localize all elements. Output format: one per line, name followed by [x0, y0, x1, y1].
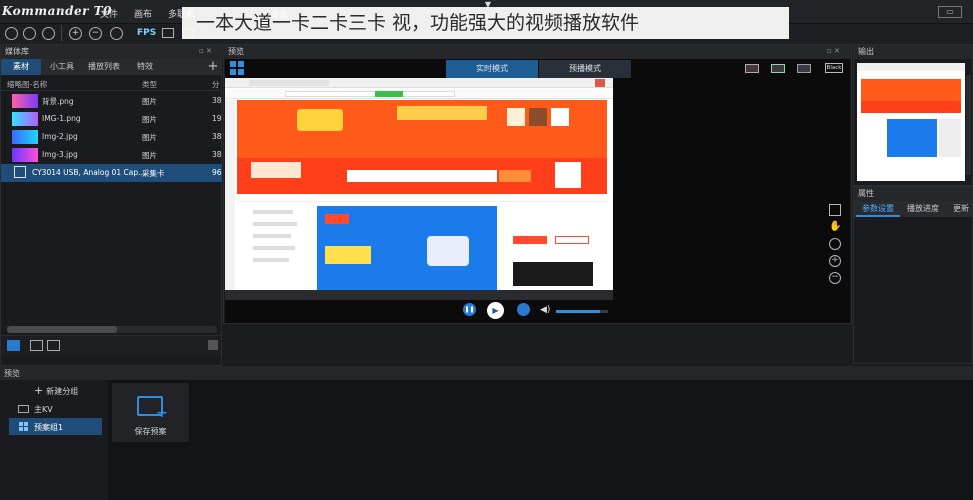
web-nav — [237, 194, 607, 202]
plus-icon: + — [156, 405, 168, 421]
web-user-box — [503, 206, 607, 290]
grid-icon[interactable] — [230, 61, 244, 75]
panel-pin-icon[interactable]: ▫ ✕ — [199, 47, 212, 55]
refresh-icon[interactable] — [42, 27, 55, 40]
save-preset-label: 保存预案 — [134, 427, 167, 436]
save-preset-button[interactable]: + 保存预案 — [112, 383, 189, 442]
add-media-button[interactable]: + — [205, 59, 221, 75]
target-icon[interactable] — [110, 27, 123, 40]
volume-fill — [556, 310, 601, 313]
table-row[interactable]: Img-3.jpg 图片 38 — [1, 146, 222, 164]
output-title: 输出 — [854, 45, 972, 59]
black-button[interactable]: Black — [825, 63, 843, 73]
screen-icon[interactable] — [162, 28, 174, 38]
table-row-selected[interactable]: CY3014 USB, Analog 01 Cap... 采集卡 96 — [1, 164, 222, 182]
media-library-panel: 媒体库 ▫ ✕ 素材 小工具 播放列表 特效 + 缩略图-名称 类型 分 背景.… — [0, 44, 222, 366]
redo-icon[interactable] — [23, 27, 36, 40]
tab-effects[interactable]: 特效 — [127, 59, 163, 75]
preview-title: 预览 — [224, 45, 851, 59]
pause-button[interactable]: ❚❚ — [463, 303, 476, 316]
layout-gray-icon[interactable] — [797, 64, 811, 73]
fps-toggle[interactable]: FPS — [137, 28, 156, 38]
thumbnail — [12, 130, 38, 144]
plus-icon: + — [34, 384, 44, 397]
menu-file[interactable]: 文件 — [100, 7, 118, 20]
stop-button[interactable] — [517, 303, 530, 316]
toolbar-divider — [61, 25, 62, 41]
media-view-toolbar — [1, 335, 221, 355]
media-table-body: 背景.png 图片 38 IMG-1.png 图片 19 Img-2.jpg 图… — [1, 91, 222, 191]
captured-webpage — [225, 78, 613, 290]
image-view-icon[interactable] — [47, 340, 60, 351]
add-icon[interactable]: + — [69, 27, 82, 40]
undo-icon[interactable] — [5, 27, 18, 40]
collapse-icon[interactable] — [208, 340, 218, 350]
media-library-title: 媒体库 — [1, 45, 221, 59]
live-mode-button[interactable]: 实时模式 — [446, 60, 538, 78]
column-type[interactable]: 类型 — [142, 79, 157, 90]
properties-title: 属性 — [854, 187, 972, 201]
zoom-out-icon[interactable]: − — [829, 272, 841, 284]
tab-parameters[interactable]: 参数设置 — [856, 201, 900, 217]
tab-update[interactable]: 更新 — [948, 201, 973, 217]
browser-addressbar — [225, 89, 613, 99]
list-item[interactable]: 主KV — [0, 401, 104, 417]
browser-sidebar — [225, 100, 235, 290]
list-item-selected[interactable]: 预案组1 — [9, 418, 102, 435]
hand-icon[interactable]: ✋ — [829, 221, 841, 233]
window-controls[interactable]: ▭ — [938, 6, 962, 18]
app-logo: Kommander T0 — [2, 4, 112, 18]
web-category-list — [253, 206, 313, 286]
menu-canvas[interactable]: 画布 — [134, 7, 152, 20]
table-row[interactable]: 背景.png 图片 38 — [1, 92, 222, 110]
horizontal-scrollbar[interactable] — [7, 326, 217, 333]
group-icon — [19, 422, 28, 431]
scrollbar-thumb[interactable] — [7, 326, 117, 333]
preview-mode-button[interactable]: 预播模式 — [539, 60, 631, 78]
panel-pin-icon[interactable]: ▫ ✕ — [827, 47, 840, 55]
column-duration[interactable]: 分 — [212, 79, 220, 90]
layout-green-icon[interactable] — [771, 64, 785, 73]
browser-tabbar — [225, 78, 613, 88]
properties-panel: 属性 参数设置 播放进度 更新 — [853, 186, 973, 364]
preset-area — [108, 380, 973, 500]
volume-slider[interactable] — [556, 310, 608, 313]
properties-tabs: 参数设置 播放进度 更新 — [854, 201, 972, 217]
media-table-header: 缩略图-名称 类型 分 — [1, 75, 221, 91]
layout-red-icon[interactable] — [745, 64, 759, 73]
volume-icon[interactable]: ◀) — [540, 305, 550, 315]
preset-group-list: + 新建分组 主KV 预案组1 — [0, 380, 108, 500]
preview-scrollbar[interactable] — [225, 290, 613, 300]
tab-assets[interactable]: 素材 — [1, 59, 41, 75]
presets-header: 预览 — [0, 366, 973, 380]
tab-progress[interactable]: 播放进度 — [901, 201, 945, 217]
web-hero-ad — [317, 206, 497, 290]
output-panel: 输出 — [853, 44, 973, 186]
play-button[interactable]: ▶ — [487, 302, 504, 319]
web-header — [237, 158, 607, 194]
thumbnail — [12, 148, 38, 162]
thumbnail — [12, 94, 38, 108]
close-icon[interactable] — [829, 204, 841, 216]
table-row[interactable]: IMG-1.png 图片 19 — [1, 110, 222, 128]
table-row[interactable]: Img-2.jpg 图片 38 — [1, 128, 222, 146]
minus-icon[interactable]: − — [89, 27, 102, 40]
list-view-icon[interactable] — [7, 340, 20, 351]
output-scrollbar[interactable] — [966, 75, 971, 175]
monitor-icon — [18, 405, 29, 413]
grid-view-icon[interactable] — [30, 340, 43, 351]
presets-title: 预览 — [4, 369, 20, 378]
crosshair-icon[interactable] — [829, 238, 841, 250]
zoom-in-icon[interactable]: + — [829, 255, 841, 267]
tab-playlist[interactable]: 播放列表 — [83, 59, 125, 75]
media-tabs: 素材 小工具 播放列表 特效 + — [1, 59, 221, 75]
overlay-caption: 一本大道一卡二卡三卡 视，功能强大的视频播放软件 — [182, 7, 789, 39]
web-banner — [237, 100, 607, 158]
new-group-button[interactable]: + 新建分组 — [34, 384, 78, 397]
column-name[interactable]: 缩略图-名称 — [7, 79, 47, 90]
thumbnail — [12, 112, 38, 126]
output-thumbnail — [857, 63, 965, 181]
capture-card-icon — [14, 166, 26, 178]
tab-tools[interactable]: 小工具 — [42, 59, 82, 75]
